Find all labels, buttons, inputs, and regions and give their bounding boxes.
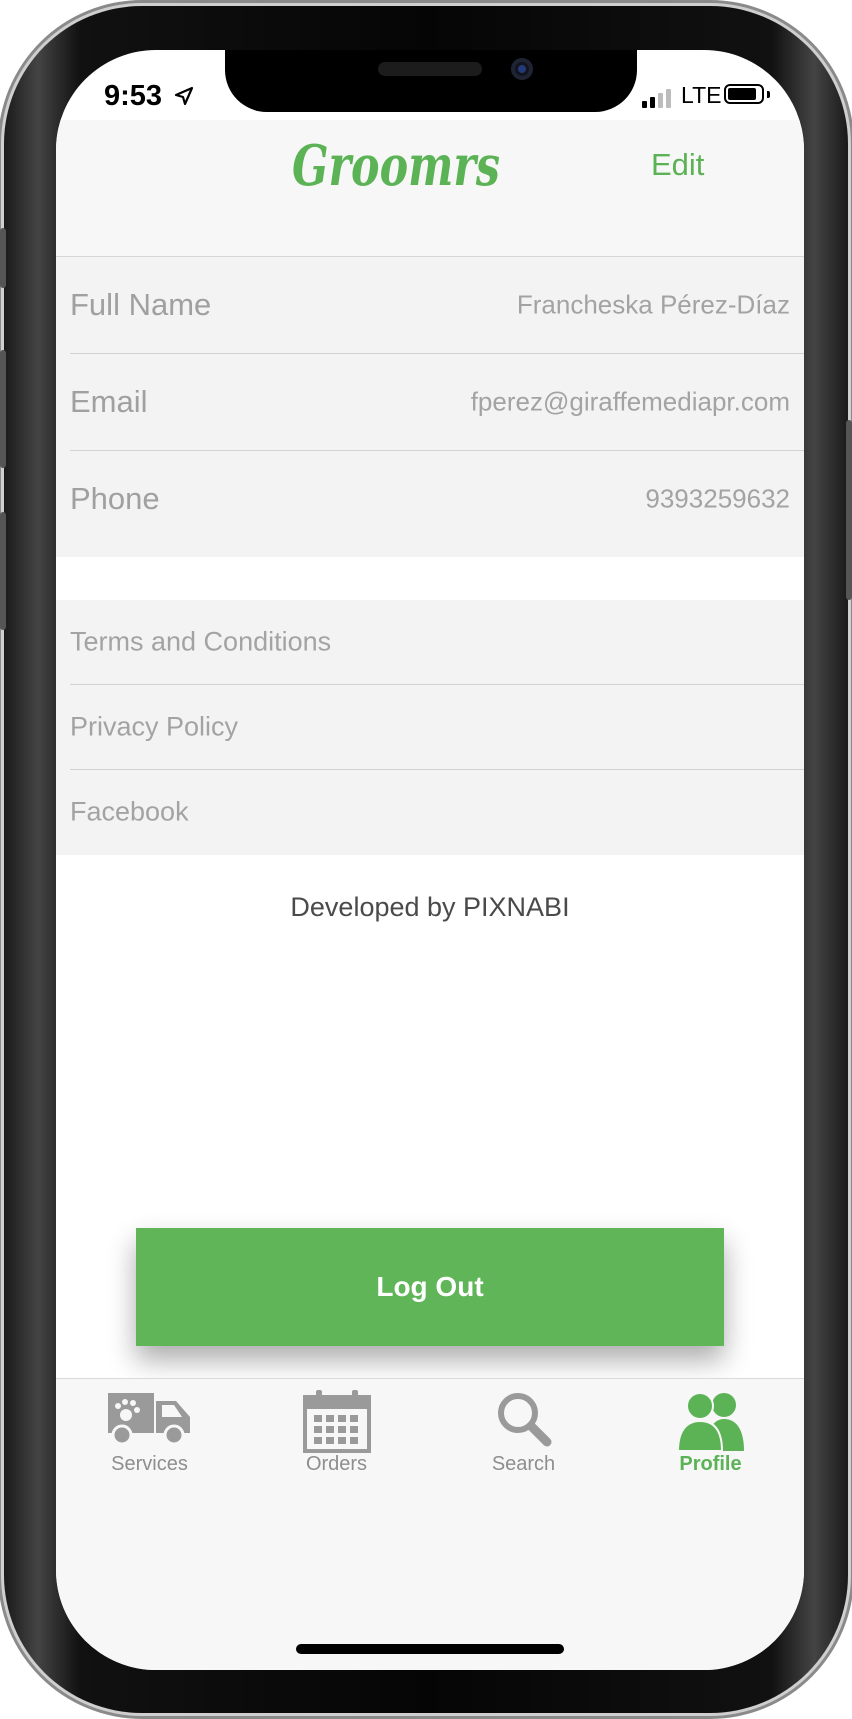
profile-section: Full Name Francheska Pérez-Díaz Email fp… bbox=[56, 257, 804, 557]
logout-label: Log Out bbox=[376, 1271, 484, 1302]
links-section: Terms and Conditions Privacy Policy Face… bbox=[56, 600, 804, 855]
location-arrow-icon bbox=[174, 86, 194, 106]
tab-services-label: Services bbox=[111, 1453, 188, 1475]
terms-link[interactable]: Terms and Conditions bbox=[70, 600, 804, 685]
terms-label: Terms and Conditions bbox=[70, 626, 332, 657]
tab-profile-label: Profile bbox=[679, 1453, 742, 1475]
full-name-row[interactable]: Full Name Francheska Pérez-Díaz bbox=[70, 257, 804, 354]
tab-search-label: Search bbox=[491, 1453, 556, 1475]
email-row[interactable]: Email fperez@giraffemediapr.com bbox=[70, 354, 804, 451]
calendar-icon bbox=[302, 1390, 371, 1453]
svg-text:Groomrs: Groomrs bbox=[292, 133, 500, 199]
developed-by-text: Developed by PIXNABI bbox=[290, 892, 570, 922]
screen: 9:53 LTE Groomrs Edit Full Name Franches… bbox=[56, 50, 804, 1670]
nav-bar: Groomrs Edit bbox=[56, 120, 804, 257]
power-button bbox=[846, 420, 852, 600]
tab-orders-label: Orders bbox=[305, 1453, 368, 1475]
email-value: fperez@giraffemediapr.com bbox=[470, 386, 790, 417]
privacy-link[interactable]: Privacy Policy bbox=[70, 685, 804, 770]
tab-services[interactable]: Services bbox=[56, 1379, 243, 1479]
tab-bar: Services Orders Search Profile bbox=[56, 1378, 804, 1670]
privacy-label: Privacy Policy bbox=[70, 711, 239, 742]
notch bbox=[225, 50, 637, 112]
edit-button[interactable]: Edit bbox=[651, 147, 704, 183]
full-name-value: Francheska Pérez-Díaz bbox=[516, 289, 790, 320]
battery-tip bbox=[767, 91, 770, 98]
full-name-label: Full Name bbox=[70, 287, 212, 322]
side-button bbox=[0, 228, 6, 288]
search-icon bbox=[497, 1393, 551, 1447]
phone-value: 9393259632 bbox=[645, 483, 790, 514]
battery-icon bbox=[724, 84, 764, 104]
tab-orders[interactable]: Orders bbox=[243, 1379, 430, 1479]
facebook-link[interactable]: Facebook bbox=[70, 770, 804, 854]
groomrs-logo: Groomrs bbox=[292, 133, 500, 199]
facebook-label: Facebook bbox=[70, 796, 189, 827]
phone-row[interactable]: Phone 9393259632 bbox=[70, 451, 804, 547]
phone-label: Phone bbox=[70, 481, 160, 516]
network-type: LTE bbox=[681, 82, 722, 108]
logout-button[interactable]: Log Out bbox=[136, 1228, 724, 1346]
tab-profile[interactable]: Profile bbox=[617, 1379, 804, 1479]
volume-up-button bbox=[0, 350, 6, 468]
signal-icon bbox=[642, 88, 674, 108]
status-time: 9:53 bbox=[104, 80, 163, 112]
camera bbox=[511, 58, 533, 80]
home-indicator[interactable] bbox=[296, 1644, 564, 1654]
van-icon bbox=[107, 1393, 190, 1446]
email-label: Email bbox=[70, 384, 148, 419]
users-icon bbox=[676, 1392, 744, 1451]
tab-search[interactable]: Search bbox=[430, 1379, 617, 1479]
speaker bbox=[378, 62, 482, 76]
volume-down-button bbox=[0, 512, 6, 630]
